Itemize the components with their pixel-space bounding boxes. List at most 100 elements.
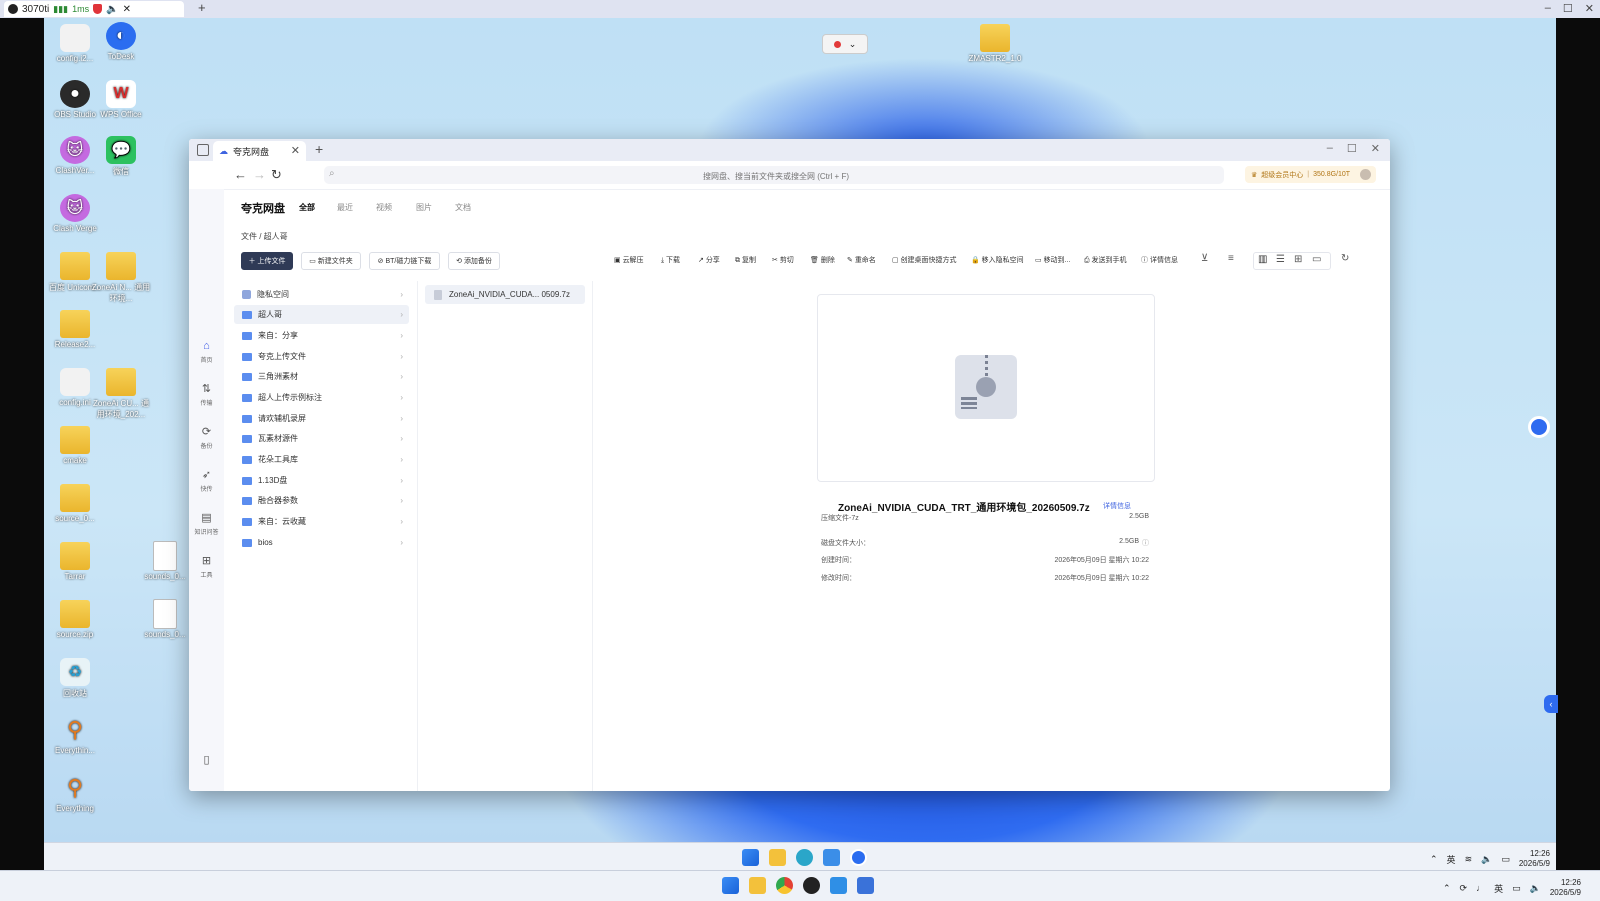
share-action[interactable]: ↗ 分享	[698, 255, 720, 265]
tab-all[interactable]: 全部	[299, 202, 315, 213]
folder-row[interactable]: 瓦素材源件 ›	[234, 429, 409, 448]
app-tab[interactable]: ☁ 夸克网盘 ✕	[213, 141, 306, 161]
new-tab-icon[interactable]: +	[315, 141, 323, 157]
rail-item-qa[interactable]: ▤ 知识问答	[189, 511, 224, 536]
desktop-icon[interactable]: ZoneAi N... 通用环境...	[90, 252, 152, 304]
desktop-icon[interactable]: source_0...	[44, 484, 106, 523]
close-window-icon[interactable]: ✕	[1585, 2, 1594, 15]
desktop-icon[interactable]: ZoneAi CU... 通用环境_202...	[90, 368, 152, 420]
desktop-icon[interactable]: cmake	[44, 426, 106, 465]
back-icon[interactable]: ←	[234, 167, 247, 182]
close-icon[interactable]: ✕	[123, 4, 131, 15]
tab-image[interactable]: 图片	[416, 202, 432, 213]
speaker-icon[interactable]: 🔈	[106, 4, 118, 15]
desktop-icon[interactable]: sounds_0...	[134, 541, 196, 581]
rail-item-home[interactable]: ⌂ 首页	[189, 339, 224, 364]
folder-row[interactable]: 请欢辅机录屏 ›	[234, 409, 409, 428]
maximize-icon[interactable]: ☐	[1563, 2, 1573, 15]
grid-view-icon[interactable]: ⊞	[1294, 254, 1302, 265]
ime-indicator[interactable]: 英	[1494, 882, 1503, 895]
speaker-icon[interactable]: 🔈	[1530, 883, 1541, 894]
close-icon[interactable]: ✕	[1371, 142, 1380, 155]
filter-icon[interactable]: ⊻	[1201, 253, 1208, 264]
cloud-unzip-action[interactable]: ▣ 云解压	[614, 255, 644, 265]
thumbnail-view-icon[interactable]: ▭	[1312, 254, 1321, 265]
window-menu-icon[interactable]	[197, 144, 209, 156]
floating-assistant-button[interactable]	[1528, 416, 1550, 438]
todesk-icon[interactable]	[850, 849, 867, 866]
vip-center-button[interactable]: ♛ 超级会员中心 | 350.8G/10T	[1245, 166, 1376, 183]
sort-icon[interactable]: ≡	[1228, 253, 1234, 264]
mic-icon[interactable]: ♩	[1476, 883, 1485, 893]
start-icon[interactable]	[742, 849, 759, 866]
download-action[interactable]: ⤓ 下载	[661, 255, 680, 265]
file-explorer-icon[interactable]	[769, 849, 786, 866]
add-backup-button[interactable]: ⟲ 添加备份	[448, 252, 500, 270]
breadcrumb[interactable]: 文件 / 超人哥	[241, 231, 288, 242]
battery-icon[interactable]: ▭	[1501, 854, 1510, 865]
rail-item-backup[interactable]: ⟳ 备份	[189, 425, 224, 450]
rail-item-tools[interactable]: ⊞ 工具	[189, 554, 224, 579]
folder-row[interactable]: bios ›	[234, 533, 409, 552]
details-action[interactable]: ⓘ 详情信息	[1141, 255, 1178, 265]
folder-row[interactable]: 隐私空间 ›	[234, 285, 409, 304]
refresh-list-icon[interactable]: ↻	[1341, 253, 1349, 264]
column-view-icon[interactable]: ▥	[1258, 254, 1267, 265]
info-icon[interactable]: ⓘ	[1142, 538, 1149, 548]
file-row[interactable]: ZoneAi_NVIDIA_CUDA... 0509.7z	[425, 285, 585, 304]
move-to-action[interactable]: ▭ 移动到...	[1035, 255, 1070, 265]
desktop-shortcut-action[interactable]: ▢ 创建桌面快捷方式	[892, 255, 957, 265]
tab-video[interactable]: 视频	[376, 202, 392, 213]
details-link[interactable]: 详情信息	[1103, 501, 1131, 511]
obs-icon[interactable]	[803, 877, 820, 894]
remote-session-tab[interactable]: 3070ti ▮▮▮ 1ms 🔈 ✕	[4, 1, 184, 17]
minimize-icon[interactable]: –	[1545, 2, 1551, 15]
desktop-icon[interactable]: source.zip	[44, 600, 106, 639]
desktop-icon[interactable]: 💬 微信	[90, 136, 152, 177]
bt-download-button[interactable]: ⊘ BT/磁力链下载	[369, 252, 440, 270]
rail-item-quick-send[interactable]: ➶ 快传	[189, 468, 224, 493]
tab-close-icon[interactable]: ✕	[291, 144, 300, 157]
desktop-icon[interactable]: Tarrar	[44, 542, 106, 581]
desktop-icon[interactable]: ZMASTR2_1.0	[964, 24, 1026, 63]
window-icon[interactable]	[857, 877, 874, 894]
folder-row[interactable]: 超人哥 ›	[234, 305, 409, 324]
ime-indicator[interactable]: 英	[1447, 853, 1456, 866]
folder-row[interactable]: 1.13D盘 ›	[234, 471, 409, 490]
folder-row[interactable]: 花朵工具库 ›	[234, 450, 409, 469]
rename-action[interactable]: ✎ 重命名	[847, 255, 876, 265]
folder-row[interactable]: 夸克上传文件 ›	[234, 347, 409, 366]
minimize-icon[interactable]: –	[1327, 142, 1333, 155]
maximize-icon[interactable]: ☐	[1347, 142, 1357, 155]
chrome-icon[interactable]	[776, 877, 793, 894]
folder-row[interactable]: 超人上传示例标注 ›	[234, 388, 409, 407]
copy-action[interactable]: ⧉ 复制	[735, 255, 756, 265]
avatar[interactable]	[1360, 169, 1372, 180]
record-control[interactable]: ⌄	[822, 34, 868, 54]
remote-app-icon[interactable]	[830, 877, 847, 894]
rail-item-transfer[interactable]: ⇅ 传输	[189, 382, 224, 407]
search-box[interactable]: ⌕	[324, 166, 1228, 186]
desktop-icon[interactable]: ⚲ Everything	[44, 774, 106, 813]
send-to-phone-action[interactable]: ⎙ 发送到手机	[1084, 255, 1127, 265]
desktop-icon[interactable]: sounds_0...	[134, 599, 196, 639]
delete-action[interactable]: 🗑 删除	[810, 255, 835, 265]
chevron-up-icon[interactable]: ⌃	[1443, 883, 1451, 894]
refresh-icon[interactable]: ↻	[271, 167, 282, 183]
desktop-icon[interactable]: ⚲ Everythin...	[44, 716, 106, 755]
move-to-private-action[interactable]: 🔒 移入隐私空间	[971, 255, 1024, 265]
list-view-icon[interactable]: ☰	[1276, 254, 1285, 265]
wifi-icon[interactable]: ≋	[1465, 854, 1473, 865]
folder-row[interactable]: 来自：云收藏 ›	[234, 512, 409, 531]
monitor-icon[interactable]: ▭	[1512, 883, 1521, 894]
tab-document[interactable]: 文档	[455, 202, 471, 213]
desktop-icon[interactable]: ◐ ToDesk	[90, 22, 152, 61]
start-icon[interactable]	[722, 877, 739, 894]
edge-icon[interactable]	[796, 849, 813, 866]
folder-row[interactable]: 来自：分享 ›	[234, 326, 409, 345]
search-input[interactable]	[324, 166, 1228, 186]
add-tab-icon[interactable]: +	[198, 0, 206, 15]
folder-row[interactable]: 三角洲素材 ›	[234, 367, 409, 386]
chevron-up-icon[interactable]: ⌃	[1430, 854, 1438, 865]
cut-action[interactable]: ✂ 剪切	[772, 255, 794, 265]
